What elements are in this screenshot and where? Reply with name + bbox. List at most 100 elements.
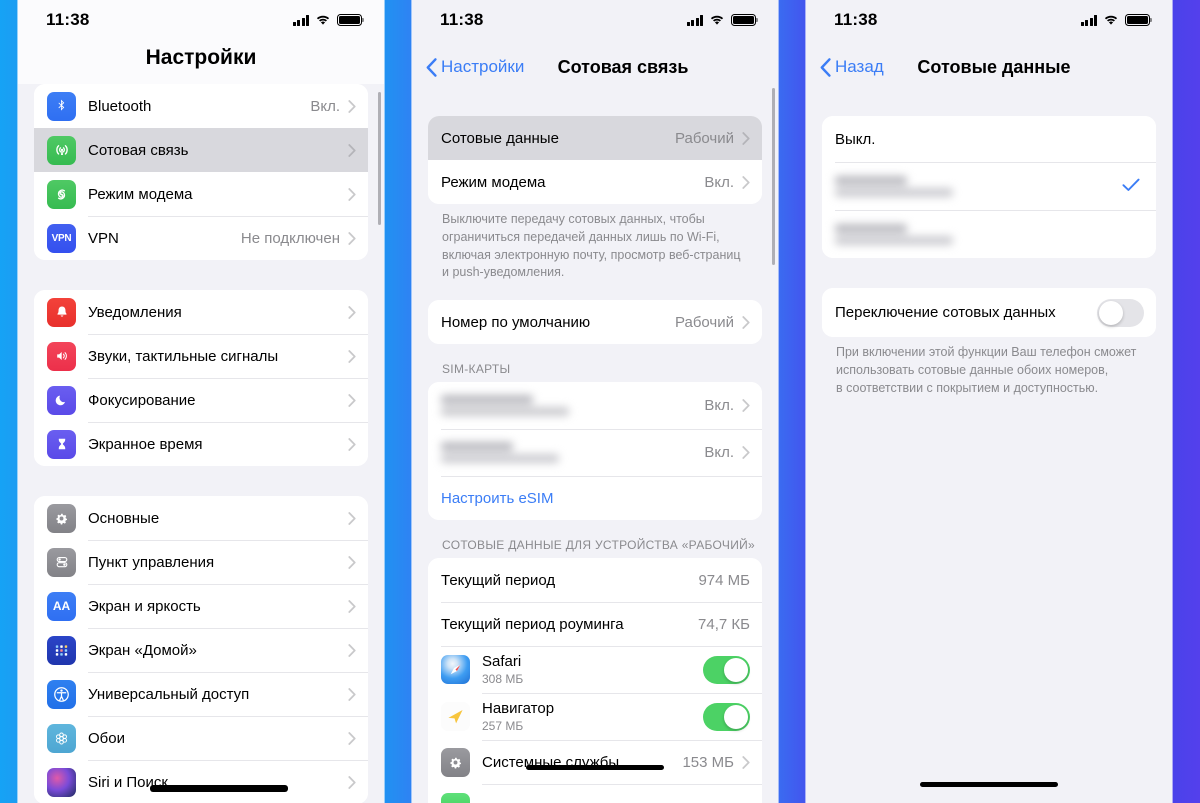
home-indicator [526, 764, 664, 770]
row-label: Сотовые данные [441, 129, 559, 147]
option-name-redacted [835, 215, 1144, 254]
settings-row-siri[interactable]: Siri и Поиск [34, 760, 368, 803]
settings-row-label: Звуки, тактильные сигналы [88, 347, 279, 365]
row-system-services[interactable]: Системные службы 153 МБ [428, 740, 762, 784]
row-label: Режим модема [441, 173, 546, 191]
chevron-right-icon [348, 687, 356, 701]
wifi-icon [1103, 14, 1119, 26]
settings-row-sounds[interactable]: Звуки, тактильные сигналы [34, 334, 368, 378]
chevron-right-icon [348, 775, 356, 789]
option-name-redacted [835, 167, 1122, 206]
general-gear-icon [47, 503, 76, 533]
system-services-icon [441, 747, 470, 777]
notifications-icon [47, 297, 76, 327]
app-usage: 257 МБ [482, 719, 524, 734]
app-name: Навигатор [482, 699, 555, 717]
settings-row-focus[interactable]: Фокусирование [34, 378, 368, 422]
settings-row-bluetooth[interactable]: Bluetooth Вкл. [34, 84, 368, 128]
row-value: Вкл. [704, 444, 734, 461]
status-bar-time: 11:38 [440, 10, 484, 29]
chevron-left-icon [820, 57, 831, 77]
row-sim-2[interactable]: Вкл. [428, 429, 762, 476]
app-toggle-navigator[interactable] [703, 702, 750, 731]
settings-row-label: Экранное время [88, 435, 203, 453]
back-button-label: Настройки [441, 57, 525, 76]
settings-row-display[interactable]: AA Экран и яркость [34, 584, 368, 628]
settings-row-label: Режим модема [88, 185, 193, 203]
row-current-period[interactable]: Текущий период 974 МБ [428, 558, 762, 602]
chevron-right-icon [742, 446, 750, 459]
backdrop-strip-left [0, 0, 18, 803]
nav-bar-large: Настройки [18, 40, 384, 84]
cellular-data-list[interactable]: Выкл. Переключение сотовых данных При вк… [806, 94, 1172, 397]
chevron-right-icon [348, 143, 356, 157]
accessibility-icon [47, 679, 76, 709]
settings-row-label: Сотовая связь [88, 141, 189, 159]
settings-list[interactable]: Bluetooth Вкл. Сотовая связь Режим модем… [18, 84, 384, 803]
row-default-number[interactable]: Номер по умолчанию Рабочий [428, 300, 762, 344]
option-row-off[interactable]: Выкл. [822, 116, 1156, 162]
settings-row-screentime[interactable]: Экранное время [34, 422, 368, 466]
screenshot-stage: 11:38 Настройки Bluetooth Вкл. Сотовая с… [0, 0, 1200, 803]
app-toggle-safari[interactable] [703, 655, 750, 684]
settings-row-label: Экран «Домой» [88, 641, 197, 659]
backdrop-strip-middle-2 [778, 0, 806, 803]
chevron-right-icon [348, 99, 356, 113]
data-switching-footnote: При включении этой функции Ваш телефон с… [836, 345, 1137, 395]
row-cellular-data[interactable]: Сотовые данные Рабочий [428, 116, 762, 160]
settings-group-notifications: Уведомления Звуки, тактильные сигналы Фо… [34, 290, 368, 466]
option-row-sim-2[interactable] [822, 210, 1156, 258]
row-app-safari[interactable]: Safari 308 МБ [428, 646, 762, 693]
data-switching-toggle[interactable] [1097, 298, 1144, 327]
app-info [482, 799, 750, 803]
row-roaming-period[interactable]: Текущий период роуминга 74,7 КБ [428, 602, 762, 646]
home-screen-icon [47, 635, 76, 665]
row-value: Вкл. [704, 397, 734, 414]
scrollbar-indicator[interactable] [378, 92, 381, 225]
scrollbar-indicator[interactable] [772, 88, 775, 265]
battery-icon [731, 14, 759, 26]
app-info: Safari 308 МБ [482, 653, 703, 686]
messages-icon [441, 793, 470, 803]
row-personal-hotspot[interactable]: Режим модема Вкл. [428, 160, 762, 204]
back-button[interactable]: Настройки [412, 57, 524, 77]
backdrop-strip-middle-1 [384, 0, 412, 803]
row-setup-esim[interactable]: Настроить eSIM [428, 476, 762, 520]
status-bar-indicators [686, 14, 759, 26]
row-app-navigator[interactable]: Навигатор 257 МБ [428, 693, 762, 740]
settings-row-value: Вкл. [310, 97, 340, 115]
settings-row-cellular[interactable]: Сотовая связь [34, 128, 368, 172]
navigator-icon [441, 702, 470, 731]
row-value: 974 МБ [698, 571, 750, 589]
back-button[interactable]: Назад [806, 57, 884, 77]
settings-row-label: VPN [88, 229, 119, 247]
app-usage: 308 МБ [482, 672, 524, 687]
chevron-right-icon [348, 187, 356, 201]
settings-row-notifications[interactable]: Уведомления [34, 290, 368, 334]
settings-row-label: Bluetooth [88, 97, 152, 115]
cellular-list[interactable]: Сотовые данные Рабочий Режим модема Вкл.… [412, 94, 778, 803]
siri-icon [47, 767, 76, 797]
sounds-icon [47, 341, 76, 371]
settings-row-general[interactable]: Основные [34, 496, 368, 540]
settings-row-home-screen[interactable]: Экран «Домой» [34, 628, 368, 672]
settings-group-connectivity: Bluetooth Вкл. Сотовая связь Режим модем… [34, 84, 368, 260]
cellular-signal-icon [292, 14, 309, 26]
data-options-group: Выкл. [822, 116, 1156, 258]
settings-row-hotspot[interactable]: Режим модема [34, 172, 368, 216]
chevron-right-icon [348, 555, 356, 569]
row-app-partial[interactable] [428, 784, 762, 803]
settings-row-accessibility[interactable]: Универсальный доступ [34, 672, 368, 716]
backdrop-strip-right [1172, 0, 1200, 803]
chevron-right-icon [348, 643, 356, 657]
data-switching-group: Переключение сотовых данных [822, 288, 1156, 337]
row-data-switching[interactable]: Переключение сотовых данных [822, 288, 1156, 337]
settings-row-wallpaper[interactable]: Обои [34, 716, 368, 760]
row-sim-1[interactable]: Вкл. [428, 382, 762, 429]
chevron-right-icon [742, 755, 750, 769]
chevron-right-icon [348, 511, 356, 525]
settings-row-vpn[interactable]: VPN VPN Не подключен [34, 216, 368, 260]
settings-row-control-center[interactable]: Пункт управления [34, 540, 368, 584]
row-value: Рабочий [674, 313, 734, 331]
option-row-sim-1[interactable] [822, 162, 1156, 210]
